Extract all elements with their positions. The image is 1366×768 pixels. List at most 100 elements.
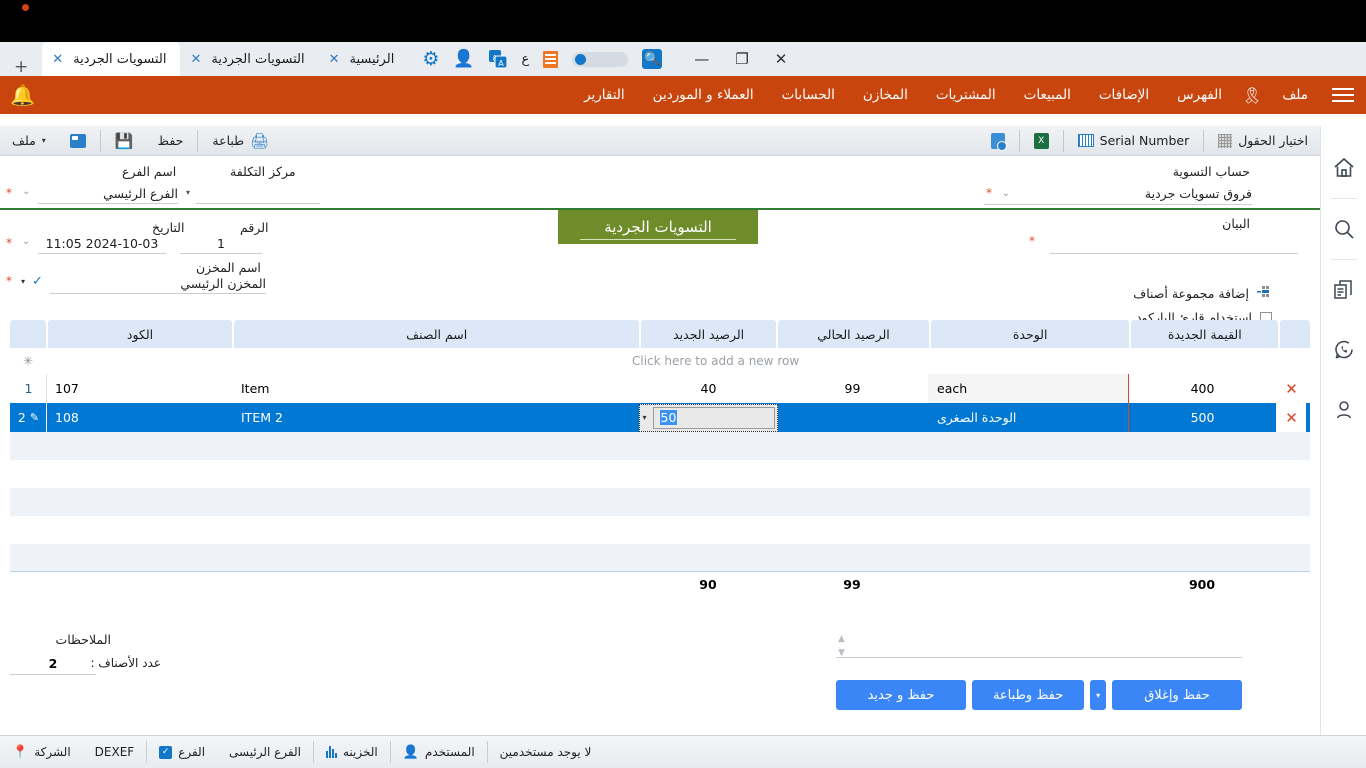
translate-icon[interactable]: ع A xyxy=(489,50,508,69)
grid-header-unit[interactable]: الوحدة xyxy=(931,320,1129,348)
status-branch[interactable]: ✓ الفرع xyxy=(147,736,217,768)
chevron-down-icon[interactable]: ⌄ xyxy=(22,186,30,197)
save-and-print-dropdown[interactable]: ▾ xyxy=(1090,680,1106,710)
tab-inventory-adjustments-1[interactable]: التسويات الجردية ✕ xyxy=(180,42,318,76)
tab-strip: الرئيسية ✕ التسويات الجردية ✕ التسويات ا… xyxy=(0,42,408,76)
minimize-icon[interactable]: — xyxy=(694,50,709,68)
tab-home[interactable]: الرئيسية ✕ xyxy=(319,42,409,76)
cost-center-field[interactable] xyxy=(196,186,320,204)
menu-item-file[interactable]: ملف xyxy=(1268,87,1322,103)
menu-item-index[interactable]: الفهرس xyxy=(1163,87,1236,103)
language-indicator[interactable]: ع xyxy=(522,52,530,67)
hamburger-icon[interactable] xyxy=(1332,88,1354,102)
cell-new-value[interactable]: 400 xyxy=(1128,374,1276,403)
menu-item-purchases[interactable]: المشتريات xyxy=(922,87,1010,103)
cell-new-balance[interactable]: 40 xyxy=(640,374,776,403)
new-balance-input-value: 50 xyxy=(660,410,678,425)
number-field[interactable]: 1 xyxy=(180,236,262,254)
cell-unit[interactable]: الوحدة الصغرى xyxy=(928,403,1128,432)
chevron-down-icon[interactable]: ▾ xyxy=(21,277,25,286)
cell-code[interactable]: 108 xyxy=(46,403,232,432)
chevron-down-icon[interactable]: ▾ xyxy=(186,188,190,197)
close-icon[interactable]: ✕ xyxy=(190,53,201,66)
chevron-down-icon[interactable]: ▾ xyxy=(642,413,646,422)
active-cell-editor[interactable]: ▾ 50 xyxy=(639,404,777,432)
menu-item-addons[interactable]: الإضافات xyxy=(1085,87,1163,103)
whatsapp-icon[interactable] xyxy=(1321,320,1366,380)
save-label-button[interactable]: حفظ xyxy=(145,126,195,156)
toggle-switch[interactable] xyxy=(572,52,628,67)
gear-icon[interactable]: ⚙ xyxy=(422,50,439,69)
restore-icon[interactable]: ❐ xyxy=(735,50,748,68)
search-icon[interactable]: 🔍 xyxy=(642,49,662,69)
close-icon[interactable]: ✕ xyxy=(52,53,63,66)
print-button[interactable]: طباعة 🖨 xyxy=(200,126,281,156)
table-row[interactable]: ✎ 2 108 ITEM 2 ▾ 50 الوحدة الصغرى 500 ✕ xyxy=(10,403,1310,432)
user-icon[interactable]: 👤 xyxy=(453,51,474,68)
statement-field[interactable] xyxy=(1050,234,1298,254)
delete-row-button[interactable]: ✕ xyxy=(1276,374,1306,403)
menu-list-icon[interactable] xyxy=(543,51,558,68)
menu-item-reports[interactable]: التقارير xyxy=(570,87,639,103)
excel-export-button[interactable]: X xyxy=(1022,126,1061,156)
new-row-marker: ✳ xyxy=(10,354,46,368)
grid-header-item-name[interactable]: اسم الصنف xyxy=(234,320,639,348)
add-item-group-button[interactable]: إضافة مجموعة أصناف xyxy=(1133,286,1272,301)
settlement-account-field[interactable]: فروق تسويات جردية xyxy=(984,186,1252,205)
page-title: التسويات الجردية xyxy=(604,218,712,236)
menu-item-sales[interactable]: المبيعات xyxy=(1010,87,1085,103)
notes-input[interactable] xyxy=(836,634,1242,658)
grid-new-row-placeholder[interactable]: ✳ Click here to add a new row xyxy=(10,348,1310,374)
choose-fields-button[interactable]: اختيار الحقول xyxy=(1206,126,1320,156)
new-balance-input[interactable]: 50 xyxy=(653,407,775,429)
store-name-field[interactable]: المخزن الرئيسي xyxy=(50,276,266,294)
save-button[interactable]: 💾 xyxy=(103,126,146,156)
grid-header-current-balance[interactable]: الرصيد الحالي xyxy=(778,320,929,348)
status-bar: 📍 الشركة DEXEF ✓ الفرع الفرع الرئيسى الخ… xyxy=(0,735,1366,768)
grid-header-delete xyxy=(1280,320,1310,348)
chevron-down-icon[interactable]: ⌄ xyxy=(1002,188,1010,199)
cell-code[interactable]: 107 xyxy=(46,374,232,403)
tab-inventory-adjustments-2[interactable]: التسويات الجردية ✕ xyxy=(42,42,180,76)
status-user[interactable]: 👤 المستخدم xyxy=(391,736,487,768)
delete-row-button[interactable]: ✕ xyxy=(1276,403,1306,432)
documents-icon[interactable] xyxy=(1321,260,1366,320)
branch-name-field[interactable]: الفرع الرئيسي xyxy=(38,186,178,204)
notes-spinner-up-icon[interactable]: ▲ xyxy=(838,634,845,644)
menu-item-accounts[interactable]: الحسابات xyxy=(768,87,849,103)
search-icon[interactable] xyxy=(1321,199,1366,259)
table-row[interactable]: 1 107 Item 40 99 each 400 ✕ xyxy=(10,374,1310,403)
required-indicator: * xyxy=(6,274,12,288)
pdf-export-button[interactable] xyxy=(979,126,1017,156)
cell-new-value[interactable]: 500 xyxy=(1128,403,1276,432)
notes-spinner-down-icon[interactable]: ▼ xyxy=(838,648,845,658)
toolbar-file-menu[interactable]: ملف ▾ xyxy=(0,126,58,156)
grid-header-new-value[interactable]: القيمة الجديدة xyxy=(1131,320,1278,348)
close-icon[interactable]: ✕ xyxy=(775,50,788,68)
status-company[interactable]: 📍 الشركة xyxy=(0,736,83,768)
close-icon[interactable]: ✕ xyxy=(329,53,340,66)
adjustments-grid: الكود اسم الصنف الرصيد الجديد الرصيد الح… xyxy=(10,320,1310,596)
home-icon[interactable] xyxy=(1321,138,1366,198)
date-field[interactable]: 2024-10-03 11:05 xyxy=(38,236,166,254)
chevron-down-icon[interactable]: ⌄ xyxy=(22,236,30,247)
cell-new-balance-editor[interactable]: ▾ 50 xyxy=(640,403,776,432)
save-and-print-button[interactable]: حفظ وطباعة xyxy=(972,680,1084,710)
toolbar-divider xyxy=(100,130,101,152)
cell-unit[interactable]: each xyxy=(928,374,1128,403)
new-document-button[interactable] xyxy=(58,126,98,156)
menu-item-customers-suppliers[interactable]: العملاء و الموردين xyxy=(639,87,768,103)
account-icon[interactable] xyxy=(1321,380,1366,440)
grid-add-icon xyxy=(1257,286,1272,301)
save-and-new-button[interactable]: حفظ و جديد xyxy=(836,680,966,710)
grid-header-new-balance[interactable]: الرصيد الجديد xyxy=(641,320,776,348)
save-and-close-button[interactable]: حفظ وإغلاق xyxy=(1112,680,1242,710)
bell-icon[interactable]: 🔔 xyxy=(10,83,35,107)
cell-item-name[interactable]: Item xyxy=(232,374,640,403)
grid-header-code[interactable]: الكود xyxy=(48,320,233,348)
serial-number-button[interactable]: Serial Number xyxy=(1066,126,1202,156)
new-tab-button[interactable]: + xyxy=(0,59,42,76)
status-treasury[interactable]: الخزينه xyxy=(314,736,390,768)
menu-item-stores[interactable]: المخازن xyxy=(849,87,922,103)
cell-item-name[interactable]: ITEM 2 xyxy=(232,403,640,432)
